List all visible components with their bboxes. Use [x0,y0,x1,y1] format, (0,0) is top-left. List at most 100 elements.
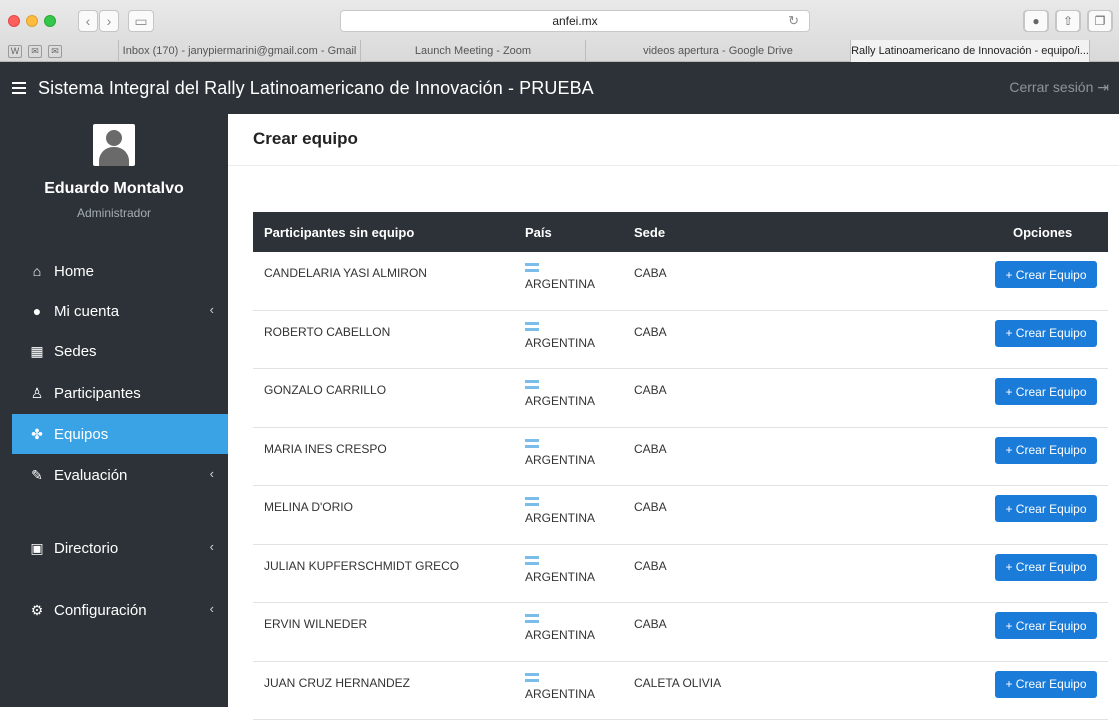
country-name: ARGENTINA [525,336,634,350]
main-content: Crear equipo Participantes sin equipo Pa… [228,114,1119,707]
sidebar-item-participantes[interactable]: ♙ Participantes [12,373,228,413]
create-team-button[interactable]: + Crear Equipo [995,261,1097,288]
create-team-button[interactable]: + Crear Equipo [995,378,1097,405]
title-divider [228,165,1119,166]
table-header: Participantes sin equipo País Sede Opcio… [253,212,1108,252]
participant-name: JUAN CRUZ HERNANDEZ [253,662,525,690]
downloads-button[interactable]: ● [1023,10,1049,32]
sidebar-item-directorio[interactable]: ▣ Directorio ‹ [12,528,228,568]
country-cell: ARGENTINA [525,486,634,525]
options-cell: + Crear Equipo [994,311,1108,325]
column-header-sede: Sede [634,225,994,240]
user-name: Eduardo Montalvo [0,180,228,198]
options-cell: + Crear Equipo [994,603,1108,617]
sede-cell: CALETA OLIVIA [634,662,994,690]
sede-cell: CABA [634,252,994,280]
bookmark-mail-icon[interactable]: ✉ [28,45,42,58]
browser-chrome: ‹ › ▭ anfei.mx ↻ ● ⇧ ❐ W ✉ ✉ Inbox (170)… [0,0,1119,62]
sidebar-item-label: Directorio [54,540,118,557]
window-controls [8,15,56,27]
tabs-icon: ❐ [1088,10,1112,32]
country-cell: ARGENTINA [525,603,634,642]
participant-name: MELINA D'ORIO [253,486,525,514]
sede-cell: CABA [634,428,994,456]
forward-button[interactable]: › [99,10,119,32]
options-cell: + Crear Equipo [994,662,1108,676]
sidebar-item-label: Evaluación [54,467,127,484]
tabs-overview-button[interactable]: ❐ [1087,10,1113,32]
cogs-icon: ⚙ [26,602,48,619]
sidebar-item-configuracion[interactable]: ⚙ Configuración ‹ [12,590,228,630]
country-name: ARGENTINA [525,570,634,584]
sede-cell: CABA [634,486,994,514]
participant-name: GONZALO CARRILLO [253,369,525,397]
participant-name: ROBERTO CABELLON [253,311,525,339]
share-button[interactable]: ⇧ [1055,10,1081,32]
close-window-button[interactable] [8,15,20,27]
chevron-left-icon: ‹ [210,466,214,481]
sidebar-item-label: Sedes [54,343,97,360]
options-cell: + Crear Equipo [994,369,1108,383]
logout-link[interactable]: Cerrar sesión ⇥ [1009,79,1109,96]
back-button[interactable]: ‹ [78,10,98,32]
browser-tab-zoom[interactable]: Launch Meeting - Zoom [360,40,585,62]
argentina-flag-icon [525,614,539,623]
country-name: ARGENTINA [525,628,634,642]
country-name: ARGENTINA [525,394,634,408]
sidebar: Eduardo Montalvo Administrador ⌂ Home ● … [0,114,228,707]
country-cell: ARGENTINA [525,545,634,584]
bookmarks-bar: W ✉ ✉ [0,40,118,62]
argentina-flag-icon [525,497,539,506]
sidebar-item-sedes[interactable]: ▦ Sedes [12,331,228,371]
participant-name: CANDELARIA YASI ALMIRON [253,252,525,280]
options-cell: + Crear Equipo [994,252,1108,266]
sidebar-item-evaluacion[interactable]: ✎ Evaluación ‹ [12,455,228,495]
sidebar-toggle-button[interactable]: ▭ [128,10,154,32]
sidebar-item-home[interactable]: ⌂ Home [12,251,228,291]
create-team-button[interactable]: + Crear Equipo [995,612,1097,639]
create-team-button[interactable]: + Crear Equipo [995,671,1097,698]
reload-icon[interactable]: ↻ [788,13,799,29]
browser-tab-spacer [1089,40,1119,62]
column-header-options: Opciones [994,225,1108,240]
building-icon: ▦ [26,343,48,360]
tab-strip: W ✉ ✉ Inbox (170) - janypiermarini@gmail… [0,40,1119,62]
sidebar-item-mi-cuenta[interactable]: ● Mi cuenta ‹ [12,291,228,331]
sidebar-item-label: Equipos [54,426,108,443]
table-row: JULIAN KUPFERSCHMIDT GRECOARGENTINACABA+… [253,545,1108,604]
sidebar-item-label: Configuración [54,602,147,619]
sidebar-item-equipos[interactable]: ✤ Equipos [12,414,228,454]
create-team-button[interactable]: + Crear Equipo [995,437,1097,464]
country-name: ARGENTINA [525,277,634,291]
browser-tab-gmail[interactable]: Inbox (170) - janypiermarini@gmail.com -… [118,40,360,62]
chevron-left-icon: ‹ [86,13,91,29]
create-team-button[interactable]: + Crear Equipo [995,320,1097,347]
sede-cell: CABA [634,369,994,397]
minimize-window-button[interactable] [26,15,38,27]
create-team-button[interactable]: + Crear Equipo [995,554,1097,581]
chevron-left-icon: ‹ [210,601,214,616]
create-team-button[interactable]: + Crear Equipo [995,495,1097,522]
address-bar[interactable]: anfei.mx ↻ [340,10,810,32]
sidebar-item-label: Home [54,263,94,280]
options-cell: + Crear Equipo [994,545,1108,559]
bookmark-word-icon[interactable]: W [8,45,22,58]
column-header-country: País [525,225,634,240]
argentina-flag-icon [525,439,539,448]
argentina-flag-icon [525,380,539,389]
browser-tab-rally[interactable]: Rally Latinoamericano de Innovación - eq… [850,40,1089,62]
browser-tab-drive[interactable]: videos apertura - Google Drive [585,40,850,62]
sidebar-icon: ▭ [134,13,147,30]
url-text: anfei.mx [552,14,597,28]
edit-icon: ✎ [26,467,48,484]
user-icon: ● [26,303,48,319]
app-title: Sistema Integral del Rally Latinoamerica… [38,78,594,99]
address-book-icon: ▣ [26,540,48,557]
participant-name: JULIAN KUPFERSCHMIDT GRECO [253,545,525,573]
hamburger-menu-icon[interactable] [12,82,26,94]
zoom-window-button[interactable] [44,15,56,27]
table-row: CANDELARIA YASI ALMIRONARGENTINACABA+ Cr… [253,252,1108,311]
bookmark-mail-icon[interactable]: ✉ [48,45,62,58]
table-body: CANDELARIA YASI ALMIRONARGENTINACABA+ Cr… [253,252,1108,720]
country-cell: ARGENTINA [525,428,634,467]
